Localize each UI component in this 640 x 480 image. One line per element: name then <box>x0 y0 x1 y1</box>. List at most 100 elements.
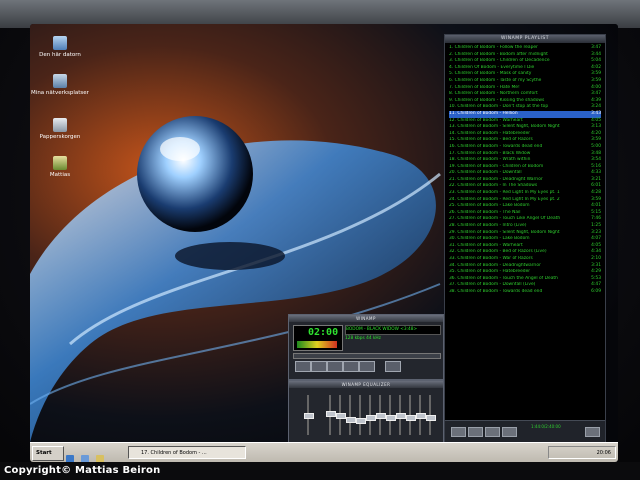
playlist-row[interactable]: 14. Children of Bodom - Hatebreeder 4:20 <box>449 131 601 138</box>
pause-button[interactable] <box>327 361 343 372</box>
eq-preamp-knob[interactable] <box>304 413 314 419</box>
eq-band-knob[interactable] <box>396 413 406 419</box>
eq-band-knob[interactable] <box>366 415 376 421</box>
start-button[interactable]: Start <box>32 446 64 461</box>
playlist-row[interactable]: 12. Children of Bodom - Warheart 4:05 <box>449 118 601 125</box>
eq-band-slider[interactable] <box>356 395 366 435</box>
tray-clock[interactable]: 20:06 <box>597 450 611 456</box>
playlist-row[interactable]: 19. Children of Bodom - Children of Bodo… <box>449 164 601 171</box>
desktop-icon-recycle-bin[interactable]: Papperskorgen <box>30 118 90 140</box>
desktop-icon-label: Papperskorgen <box>39 134 81 140</box>
eq-band-knob[interactable] <box>356 418 366 424</box>
eject-button[interactable] <box>385 361 401 372</box>
playlist-row[interactable]: 18. Children of Bodom - Wrath within 3:54 <box>449 157 601 164</box>
eq-band-knob[interactable] <box>406 415 416 421</box>
eq-band-knob[interactable] <box>416 413 426 419</box>
playlist-row[interactable]: 36. Children of Bodom - Touch the Angel … <box>449 276 601 283</box>
eq-band-slider[interactable] <box>386 395 396 435</box>
eq-band-slider[interactable] <box>346 395 356 435</box>
playlist-row[interactable]: 22. Children of Bodom - In The Shadows 6:… <box>449 183 601 190</box>
playlist-misc-button[interactable] <box>502 427 517 437</box>
eq-band-slider[interactable] <box>366 395 376 435</box>
playlist-row-duration: 2:10 <box>591 256 601 261</box>
playlist-list-button[interactable] <box>585 427 600 437</box>
show-desktop-icon[interactable] <box>81 455 90 462</box>
playlist-row[interactable]: 25. Children of Bodom - Lake Bodom 4:01 <box>449 203 601 210</box>
eq-band-knob[interactable] <box>326 411 336 417</box>
playlist-row[interactable]: 15. Children of Bodom - Bed of Razors 3:5… <box>449 137 601 144</box>
eq-band-slider[interactable] <box>336 395 346 435</box>
playlist-add-button[interactable] <box>451 427 466 437</box>
playlist-row[interactable]: 30. Children of Bodom - Lake Bodom 4:07 <box>449 236 601 243</box>
playlist-row[interactable]: 5. Children of Bodom - Mask of sanity 3:5… <box>449 71 601 78</box>
eq-band-slider[interactable] <box>326 395 336 435</box>
playlist-row[interactable]: 29. Children of Bodom - Silent Night, Bo… <box>449 230 601 237</box>
playlist-row[interactable]: 21. Children of Bodom - Deadnight Warrio… <box>449 177 601 184</box>
previous-button[interactable] <box>295 361 311 372</box>
winamp-main-window[interactable]: WINAMP 02:00 BODOM - BLACK WIDOW <3:48> … <box>288 314 444 380</box>
playlist-row-title: 5. Children of Bodom - Mask of sanity <box>449 71 532 77</box>
desktop-icon-my-computer[interactable]: Den här datorn <box>30 36 90 58</box>
playlist-row-title: 18. Children of Bodom - Wrath within <box>449 157 531 163</box>
playlist-controls: 1:44:0/2:40:00 <box>445 420 605 443</box>
eq-band-slider[interactable] <box>406 395 416 435</box>
eq-band-slider[interactable] <box>426 395 436 435</box>
equalizer-window[interactable]: WINAMP EQUALIZER <box>288 380 444 444</box>
playlist-row[interactable]: 33. Children of Bodom - War of Razors 2:1… <box>449 256 601 263</box>
playlist-remove-button[interactable] <box>468 427 483 437</box>
playlist-window[interactable]: WINAMP PLAYLIST 1. Children of Bodom - F… <box>444 34 606 444</box>
eq-preamp-slider[interactable] <box>304 395 314 435</box>
playlist-row[interactable]: 4. Children Of Bodom - Everytime I Die 4:… <box>449 65 601 72</box>
eq-band-knob[interactable] <box>426 415 436 421</box>
stop-button[interactable] <box>343 361 359 372</box>
play-button[interactable] <box>311 361 327 372</box>
playlist-row[interactable]: 20. Children of Bodom - Downfall 4:33 <box>449 170 601 177</box>
playlist-row[interactable]: 24. Children of Bodom - Red Light In My … <box>449 197 601 204</box>
playlist-select-button[interactable] <box>485 427 500 437</box>
winamp-title: WINAMP <box>289 315 443 322</box>
playlist-row[interactable]: 10. Children of Bodom - Don't stop at th… <box>449 104 601 111</box>
playlist-row[interactable]: 34. Children of Bodom - Deadnightwarrior… <box>449 263 601 270</box>
eq-band-knob[interactable] <box>386 415 396 421</box>
playlist-row[interactable]: 6. Children of Bodom - Taste of my Scyth… <box>449 78 601 85</box>
playlist-row[interactable]: 23. Children of Bodom - Red Light In My … <box>449 190 601 197</box>
next-button[interactable] <box>359 361 375 372</box>
playlist-row[interactable]: 17. Children of Bodom - Black Widow 3:48 <box>449 151 601 158</box>
eq-band-slider[interactable] <box>416 395 426 435</box>
playlist-row[interactable]: 27. Children of Bodom - Touch Like Angel… <box>449 216 601 223</box>
playlist-row-duration: 3:13 <box>591 124 601 130</box>
playlist-row[interactable]: 37. Children of Bodom - Downfall (Live) 4… <box>449 282 601 289</box>
playlist-row[interactable]: 31. Children of Bodom - Warheart 4:05 <box>449 243 601 250</box>
desktop-icon-network[interactable]: Mina nätverksplatser <box>30 74 90 96</box>
playlist-row[interactable]: 2. Children of Bodom - Bodom after midni… <box>449 52 601 59</box>
playlist-list[interactable]: 1. Children of Bodom - Follow the reaper… <box>445 43 605 296</box>
playlist-row[interactable]: 7. Children of Bodom - Hate Me! 4:00 <box>449 85 601 92</box>
playlist-row[interactable]: 28. Children of Bodom - Intro (Live) 1:25 <box>449 223 601 230</box>
playlist-row[interactable]: 8. Children of Bodom - Northern comfort 3… <box>449 91 601 98</box>
eq-band-knob[interactable] <box>376 413 386 419</box>
internet-explorer-icon[interactable] <box>66 455 74 462</box>
playlist-row[interactable]: 1. Children of Bodom - Follow the reaper… <box>449 45 601 52</box>
playlist-row[interactable]: 32. Children of Bodom - Bed of Razors (L… <box>449 249 601 256</box>
eq-band-knob[interactable] <box>336 413 346 419</box>
eq-band-knob[interactable] <box>346 417 356 423</box>
playlist-row[interactable]: 26. Children of Bodom - The Nail 5:15 <box>449 210 601 217</box>
eq-band-slider[interactable] <box>376 395 386 435</box>
playlist-row[interactable]: 16. Children of Bodom - Towards dead end… <box>449 144 601 151</box>
playlist-row[interactable]: 13. Children of Bodom - Silent Night, Bo… <box>449 124 601 131</box>
playlist-row-title: 12. Children of Bodom - Warheart <box>449 117 523 123</box>
taskbar: Start 17. Children of Bodom - ... 20:06 <box>30 442 618 462</box>
outlook-icon[interactable] <box>96 455 105 462</box>
seek-bar[interactable] <box>293 353 441 359</box>
desktop-icon-mattias[interactable]: Mattias <box>30 156 90 178</box>
playlist-title: WINAMP PLAYLIST <box>445 35 605 43</box>
playlist-row[interactable]: 3. Children of Bodom - Children of Decad… <box>449 58 601 65</box>
playlist-row[interactable]: 35. Children of Bodom - Hatebreeder 4:29 <box>449 269 601 276</box>
taskbar-item-winamp[interactable]: 17. Children of Bodom - ... <box>128 446 246 459</box>
playlist-row[interactable]: 38. Children of Bodom - Towards dead end… <box>449 289 601 296</box>
playlist-row-title: 38. Children of Bodom - Towards dead end <box>449 288 543 294</box>
eq-band-slider[interactable] <box>396 395 406 435</box>
playlist-row[interactable]: 11. Children of Bodom - Hellion 3:43 <box>449 110 601 118</box>
playlist-row[interactable]: 9. Children of Bodom - Kissing the shado… <box>449 98 601 105</box>
spectrum-visualizer[interactable] <box>297 341 337 348</box>
